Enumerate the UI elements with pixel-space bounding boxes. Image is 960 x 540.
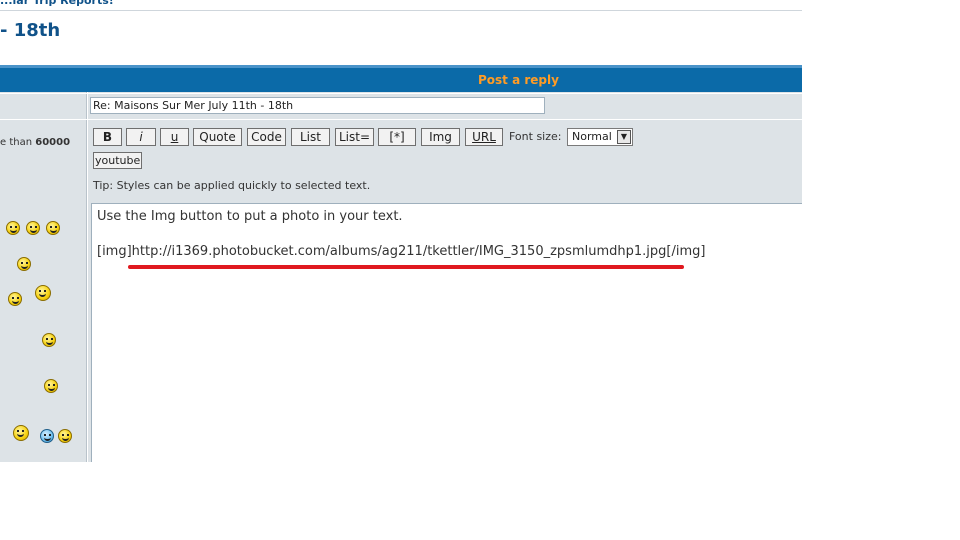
bold-button[interactable]: B [93,128,122,146]
angel-icon[interactable] [42,333,56,347]
code-button[interactable]: Code [247,128,286,146]
topic-title: - 18th [0,20,61,41]
message-line: Use the Img button to put a photo in you… [97,209,403,224]
max-chars-note: e than 60000 [0,137,70,148]
wink-icon[interactable] [26,221,40,235]
tip-text: Tip: Styles can be applied quickly to se… [93,179,371,192]
subject-input[interactable]: Re: Maisons Sur Mer July 11th - 18th [90,97,545,114]
max-chars-prefix: e than [0,137,33,148]
row-divider [0,119,802,120]
font-size-value: Normal [572,130,612,143]
row-divider [0,93,802,94]
italic-button[interactable]: i [126,128,156,146]
chevron-down-icon[interactable]: ▼ [617,130,631,144]
url-button[interactable]: URL [465,128,503,146]
grin-icon[interactable] [58,429,72,443]
list-ordered-button[interactable]: List= [335,128,374,146]
font-size-label: Font size: [509,130,562,143]
post-reply-page: ...lar Trip Reports! - 18th Post a reply… [0,0,802,462]
breadcrumb[interactable]: ...lar Trip Reports! [0,0,114,10]
max-chars-number: 60000 [35,137,71,148]
divider [0,10,802,11]
img-url: http://i1369.photobucket.com/albums/ag21… [131,244,667,259]
img-open-tag: [img] [97,244,132,259]
youtube-button[interactable]: youtube [93,152,143,169]
thumbs-icon[interactable] [44,379,58,393]
post-reply-header: Post a reply [0,65,802,92]
message-img-line: [img]http://i1369.photobucket.com/albums… [97,244,705,259]
list-button[interactable]: List [291,128,330,146]
sad-icon[interactable] [13,425,29,441]
font-size-select[interactable]: Normal ▼ [567,128,633,146]
laugh-icon[interactable] [17,257,31,271]
surprised-icon[interactable] [6,221,20,235]
quote-button[interactable]: Quote [193,128,242,146]
red-highlight-underline [128,265,684,269]
img-close-tag: [/img] [666,244,706,259]
blue-smile-icon[interactable] [40,429,54,443]
panel-title: Post a reply [478,73,559,87]
message-textarea[interactable]: Use the Img button to put a photo in you… [91,203,802,462]
smile-icon[interactable] [46,221,60,235]
img-button[interactable]: Img [421,128,460,146]
underline-button[interactable]: u [160,128,189,146]
cool-icon[interactable] [35,285,51,301]
list-item-button[interactable]: [*] [378,128,416,146]
confused-icon[interactable] [8,292,22,306]
